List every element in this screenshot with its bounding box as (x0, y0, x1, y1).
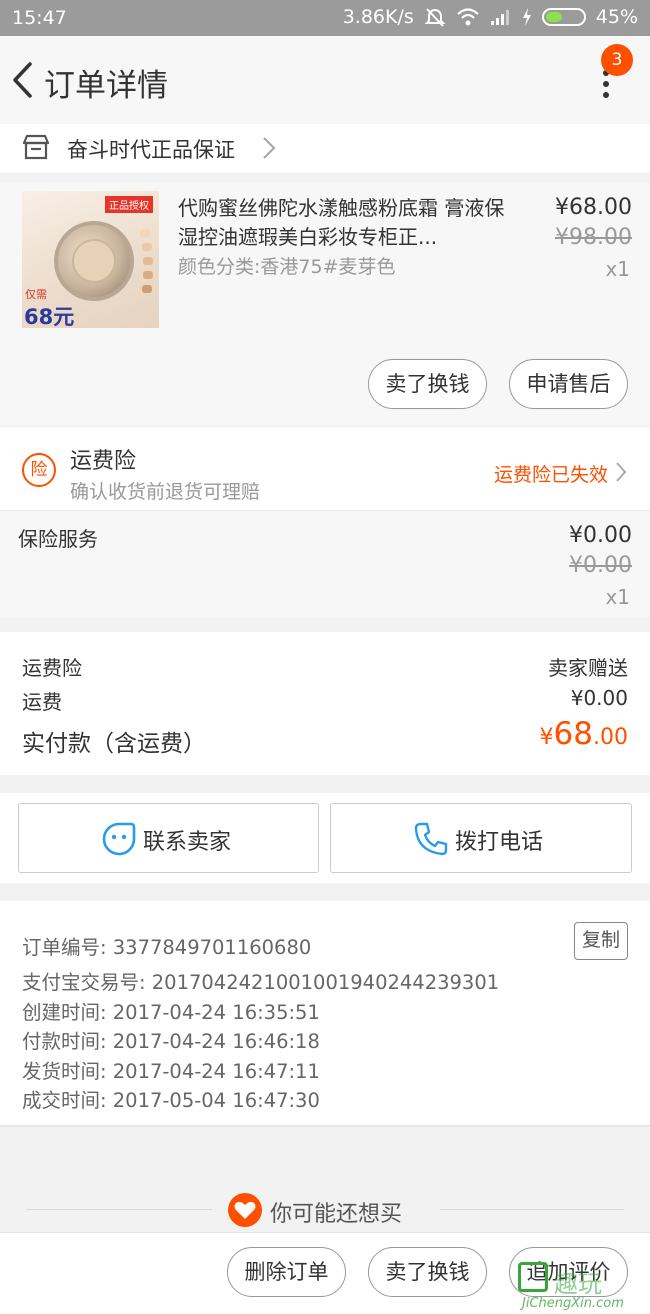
watermark-site: JiChengXin.com (522, 1296, 624, 1311)
after-sale-button[interactable]: 申请售后 (509, 359, 628, 409)
product-quantity: x1 (605, 257, 630, 281)
summary-shipping-value: ¥0.00 (570, 686, 628, 710)
summary-insurance-label: 运费险 (22, 656, 82, 680)
shop-name: 奋斗时代正品保证 (67, 138, 235, 162)
contact-seller-button[interactable]: 联系卖家 (18, 803, 319, 873)
product-image-tag: 正品授权 (105, 196, 153, 213)
battery-icon (541, 8, 586, 26)
call-phone-label: 拨打电话 (455, 830, 544, 855)
heart-icon (228, 1193, 262, 1227)
status-time: 15:47 (12, 7, 67, 29)
recommend-title: 你可能还想买 (270, 1202, 403, 1227)
divider (26, 1209, 212, 1210)
insurance-service-original-price: ¥0.00 (569, 553, 632, 578)
title-bar: 订单详情 (0, 36, 650, 124)
chat-face-icon (102, 822, 136, 856)
phone-icon (414, 822, 448, 856)
insurance-status: 运费险已失效 (493, 464, 608, 486)
insurance-service-label: 保险服务 (18, 527, 98, 551)
summary-shipping-row: 运费 ¥0.00 (22, 686, 628, 715)
product-sku: 颜色分类:香港75#麦芽色 (178, 256, 396, 278)
mute-alarm-icon (424, 8, 446, 27)
insurance-service-item: 保险服务 ¥0.00 ¥0.00 x1 (0, 510, 650, 618)
shipping-insurance-row[interactable]: 险 运费险 确认收货前退货可理赔 运费险已失效 (0, 426, 650, 510)
alipay-number: 支付宝交易号: 2017042421001001940244239301 (22, 971, 500, 994)
status-indicators: 3.86K/s 45% (343, 6, 638, 28)
shop-icon (22, 134, 50, 160)
call-phone-button[interactable]: 拨打电话 (330, 803, 632, 873)
product-card: 正品授权 仅需 68元 代购蜜丝佛陀水漾触感粉底霜 膏液保湿控油遮瑕美白彩妆专柜… (0, 182, 650, 426)
product-image-price: 68元 (24, 305, 75, 328)
product-original-price: ¥98.00 (555, 225, 632, 250)
order-number: 订单编号: 3377849701160680 (22, 936, 312, 959)
summary-total-label: 实付款（含运费） (22, 731, 206, 757)
network-speed: 3.86K/s (342, 6, 414, 28)
insurance-service-price: ¥0.00 (569, 523, 632, 548)
insurance-icon: 险 (22, 453, 56, 487)
summary-shipping-label: 运费 (22, 690, 62, 714)
total-decimal: .00 (593, 725, 628, 750)
order-info: 订单编号: 3377849701160680 复制 支付宝交易号: 201704… (0, 901, 650, 1127)
total-integer: 68 (553, 716, 593, 752)
recommend-header: 你可能还想买 (0, 1163, 650, 1233)
insurance-service-quantity: x1 (605, 585, 630, 609)
divider (440, 1209, 624, 1210)
wifi-icon (457, 8, 479, 26)
insurance-title: 运费险 (70, 449, 137, 474)
status-bar: 15:47 3.86K/s 45% (0, 0, 650, 36)
summary-total-value: ¥68.00 (540, 716, 628, 752)
signal-icon (490, 10, 509, 25)
shop-row[interactable]: 奋斗时代正品保证 (0, 124, 650, 174)
notification-badge: 3 (601, 44, 633, 76)
copy-button[interactable]: 复制 (574, 922, 628, 960)
shipped-time: 发货时间: 2017-04-24 16:47:11 (22, 1060, 320, 1083)
paid-time: 付款时间: 2017-04-24 16:46:18 (22, 1030, 320, 1053)
watermark-logo: 趣玩 JiChengXin.com (518, 1262, 650, 1314)
chevron-right-icon (263, 137, 276, 159)
battery-percent: 45% (595, 6, 638, 28)
insurance-subtitle: 确认收货前退货可理赔 (70, 481, 261, 503)
product-image-prefix: 仅需 (25, 288, 47, 301)
product-title[interactable]: 代购蜜丝佛陀水漾触感粉底霜 膏液保湿控油遮瑕美白彩妆专柜正... (178, 194, 508, 252)
created-time: 创建时间: 2017-04-24 16:35:51 (22, 1001, 320, 1024)
completed-time: 成交时间: 2017-05-04 16:47:30 (22, 1089, 320, 1112)
sell-button-bottom[interactable]: 卖了换钱 (368, 1247, 487, 1297)
payment-summary: 运费险 卖家赠送 运费 ¥0.00 实付款（含运费） ¥68.00 (0, 632, 650, 775)
back-arrow-icon[interactable] (10, 60, 36, 100)
summary-total-row: 实付款（含运费） ¥68.00 (22, 716, 628, 758)
summary-insurance-value: 卖家赠送 (548, 656, 628, 680)
page-title: 订单详情 (44, 68, 168, 104)
contact-seller-label: 联系卖家 (143, 830, 232, 855)
contact-section: 联系卖家 拨打电话 (0, 793, 650, 883)
total-currency: ¥ (539, 725, 554, 750)
chevron-right-icon (616, 462, 627, 482)
summary-insurance-row: 运费险 卖家赠送 (22, 652, 628, 681)
watermark-brand: 趣玩 (554, 1270, 602, 1298)
charging-icon (522, 8, 531, 26)
delete-order-button[interactable]: 删除订单 (227, 1247, 346, 1297)
sell-button[interactable]: 卖了换钱 (368, 359, 487, 409)
product-price: ¥68.00 (555, 195, 632, 220)
product-image[interactable]: 正品授权 仅需 68元 (22, 191, 159, 328)
compact-powder-graphic (54, 221, 134, 301)
